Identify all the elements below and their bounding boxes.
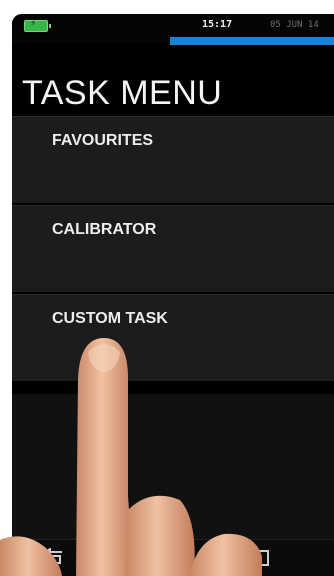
clock-date: 05 JUN 14 [270,20,319,30]
menu-item-calibrator[interactable]: CALIBRATOR [12,205,334,292]
progress-bar-fill [170,37,334,45]
clock-time: 15:17 [202,19,233,30]
empty-area [12,394,334,539]
menu-item-custom-task[interactable]: CUSTOM TASK [12,294,334,381]
back-arrow-icon[interactable] [42,546,66,568]
charging-icon: ⚡ [30,19,37,29]
task-menu-list: FAVOURITES CALIBRATOR CUSTOM TASK [12,116,334,383]
menu-item-favourites[interactable]: FAVOURITES [12,116,334,203]
menu-item-label: FAVOURITES [52,132,154,149]
menu-item-label: CUSTOM TASK [52,310,168,327]
status-bar: ⚡ 15:17 05 JUN 14 [12,14,334,45]
progress-bar [170,37,334,45]
page-title: TASK MENU [22,74,223,112]
menu-item-label: CALIBRATOR [52,221,157,238]
device-screen: ⚡ 15:17 05 JUN 14 TASK MENU FAVOURITES C… [12,14,334,576]
home-icon[interactable] [254,549,270,567]
bottom-nav-bar [12,539,334,576]
battery-icon: ⚡ [24,19,51,32]
